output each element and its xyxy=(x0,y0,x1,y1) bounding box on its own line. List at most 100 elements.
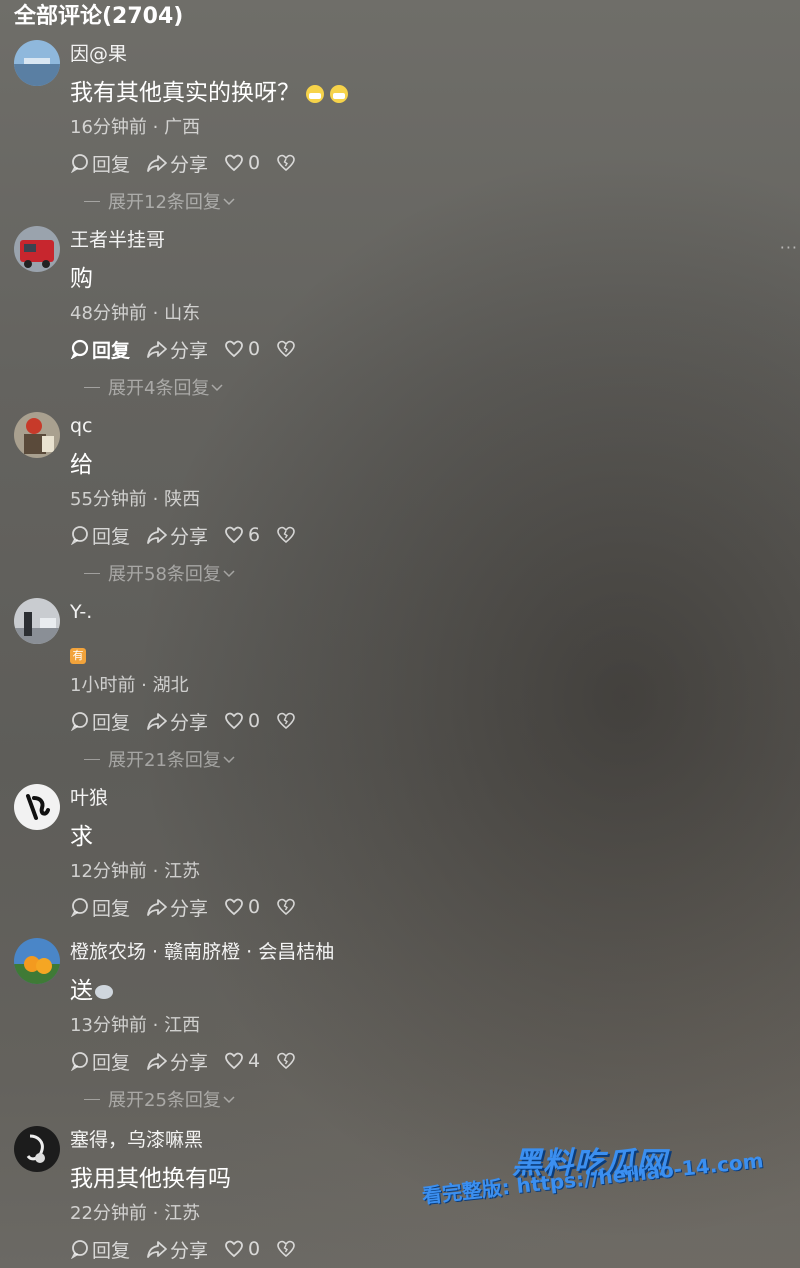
comment-actions: 回复 分享 0 xyxy=(70,708,314,734)
dislike-button[interactable] xyxy=(276,1239,298,1259)
comment-text: 我有其他真实的换呀？ xyxy=(70,78,348,108)
expand-replies-button[interactable]: 展开4条回复 xyxy=(84,374,225,400)
chevron-down-icon xyxy=(211,384,223,392)
comment-actions: 回复 分享 6 xyxy=(70,522,314,548)
dislike-button[interactable] xyxy=(276,897,298,917)
share-button[interactable]: 分享 xyxy=(146,1236,208,1263)
heart-icon xyxy=(225,526,243,544)
broken-heart-icon xyxy=(277,154,295,172)
avatar[interactable] xyxy=(14,784,60,830)
username[interactable]: 叶狼 xyxy=(70,786,108,810)
comment-bubble-icon xyxy=(70,712,88,731)
dislike-button[interactable] xyxy=(276,525,298,545)
comments-header: 全部评论(2704) xyxy=(14,4,184,29)
like-button[interactable]: 4 xyxy=(224,1050,260,1072)
comment-meta: 55分钟前 · 陕西 xyxy=(70,489,201,510)
reply-button[interactable]: 回复 xyxy=(70,1236,130,1263)
username[interactable]: Y-. xyxy=(70,600,92,624)
avatar[interactable] xyxy=(14,40,60,86)
broken-heart-icon xyxy=(277,712,295,730)
reply-button[interactable]: 回复 xyxy=(70,336,130,363)
comment-bubble-icon xyxy=(70,526,88,545)
dislike-button[interactable] xyxy=(276,153,298,173)
comment-bubble-icon xyxy=(70,898,88,917)
mask-emoji-icon xyxy=(330,84,348,103)
username[interactable]: 橙旅农场 · 赣南脐橙 · 会昌桔柚 xyxy=(70,940,334,964)
heart-icon xyxy=(225,340,243,358)
comment-meta: 16分钟前 · 广西 xyxy=(70,117,201,138)
like-button[interactable]: 0 xyxy=(224,710,260,732)
share-button[interactable]: 分享 xyxy=(146,1048,208,1075)
heart-icon xyxy=(225,1052,243,1070)
like-button[interactable]: 0 xyxy=(224,152,260,174)
comment-meta: 1小时前 · 湖北 xyxy=(70,675,189,696)
comment-actions: 回复 分享 0 xyxy=(70,336,314,362)
comment-actions: 回复 分享 0 xyxy=(70,894,314,920)
like-button[interactable]: 6 xyxy=(224,524,260,546)
chevron-down-icon xyxy=(223,198,235,206)
expand-replies-button[interactable]: 展开21条回复 xyxy=(84,746,237,772)
share-arrow-icon xyxy=(147,1053,167,1070)
share-button[interactable]: 分享 xyxy=(146,150,208,177)
username[interactable]: 王者半挂哥 xyxy=(70,228,165,252)
comment-text: 送 xyxy=(70,976,113,1006)
comment-actions: 回复 分享 0 xyxy=(70,150,314,176)
avatar[interactable] xyxy=(14,598,60,644)
avatar[interactable] xyxy=(14,1126,60,1172)
comment-text: 有 xyxy=(70,640,86,670)
heart-icon xyxy=(225,1240,243,1258)
comment-meta: 13分钟前 · 江西 xyxy=(70,1015,201,1036)
username[interactable]: qc xyxy=(70,414,93,438)
comment-bubble-icon xyxy=(70,154,88,173)
comment-meta: 12分钟前 · 江苏 xyxy=(70,861,201,882)
avatar[interactable] xyxy=(14,938,60,984)
broken-heart-icon xyxy=(277,1052,295,1070)
share-button[interactable]: 分享 xyxy=(146,336,208,363)
share-arrow-icon xyxy=(147,527,167,544)
username[interactable]: 因@果 xyxy=(70,42,127,66)
broken-heart-icon xyxy=(277,1240,295,1258)
like-button[interactable]: 0 xyxy=(224,896,260,918)
expand-replies-button[interactable]: 展开25条回复 xyxy=(84,1086,237,1112)
avatar[interactable] xyxy=(14,226,60,272)
dislike-button[interactable] xyxy=(276,1051,298,1071)
broken-heart-icon xyxy=(277,898,295,916)
comment-bubble-icon xyxy=(70,1052,88,1071)
reply-button[interactable]: 回复 xyxy=(70,894,130,921)
broken-heart-icon xyxy=(277,340,295,358)
comment-bubble-icon xyxy=(70,1240,88,1259)
comment-meta: 48分钟前 · 山东 xyxy=(70,303,201,324)
heart-icon xyxy=(225,712,243,730)
chevron-down-icon xyxy=(223,570,235,578)
reply-button[interactable]: 回复 xyxy=(70,150,130,177)
comment-meta: 22分钟前 · 江苏 xyxy=(70,1203,201,1224)
comment-actions: 回复 分享 0 xyxy=(70,1236,314,1262)
comment-text: 我用其他换有吗 xyxy=(70,1166,231,1192)
comment-item: qc 给 55分钟前 · 陕西 回复 分享 6 展开58条回复 xyxy=(0,412,800,598)
share-arrow-icon xyxy=(147,713,167,730)
comment-item: 塞得，乌漆嘛黑 我用其他换有吗 22分钟前 · 江苏 回复 分享 0 xyxy=(0,1126,800,1268)
comment-item: 王者半挂哥 购 48分钟前 · 山东 回复 分享 0 展开4条回复 xyxy=(0,226,800,412)
share-button[interactable]: 分享 xyxy=(146,894,208,921)
share-button[interactable]: 分享 xyxy=(146,522,208,549)
dislike-button[interactable] xyxy=(276,711,298,731)
reply-button[interactable]: 回复 xyxy=(70,522,130,549)
like-button[interactable]: 0 xyxy=(224,1238,260,1260)
chevron-down-icon xyxy=(223,1096,235,1104)
share-arrow-icon xyxy=(147,1241,167,1258)
comment-text: 购 xyxy=(70,266,93,292)
username[interactable]: 塞得，乌漆嘛黑 xyxy=(70,1128,203,1152)
comment-text: 给 xyxy=(70,452,93,478)
comment-bubble-icon xyxy=(70,339,89,359)
expand-replies-button[interactable]: 展开58条回复 xyxy=(84,560,237,586)
expand-replies-button[interactable]: 展开12条回复 xyxy=(84,188,237,214)
comment-item: 橙旅农场 · 赣南脐橙 · 会昌桔柚 送 13分钟前 · 江西 回复 分享 4 … xyxy=(0,938,800,1124)
like-button[interactable]: 0 xyxy=(224,338,260,360)
avatar[interactable] xyxy=(14,412,60,458)
dislike-button[interactable] xyxy=(276,339,298,359)
mask-emoji-icon xyxy=(306,84,324,103)
share-button[interactable]: 分享 xyxy=(146,708,208,735)
reply-button[interactable]: 回复 xyxy=(70,1048,130,1075)
reply-button[interactable]: 回复 xyxy=(70,708,130,735)
comment-text: 求 xyxy=(70,824,93,850)
